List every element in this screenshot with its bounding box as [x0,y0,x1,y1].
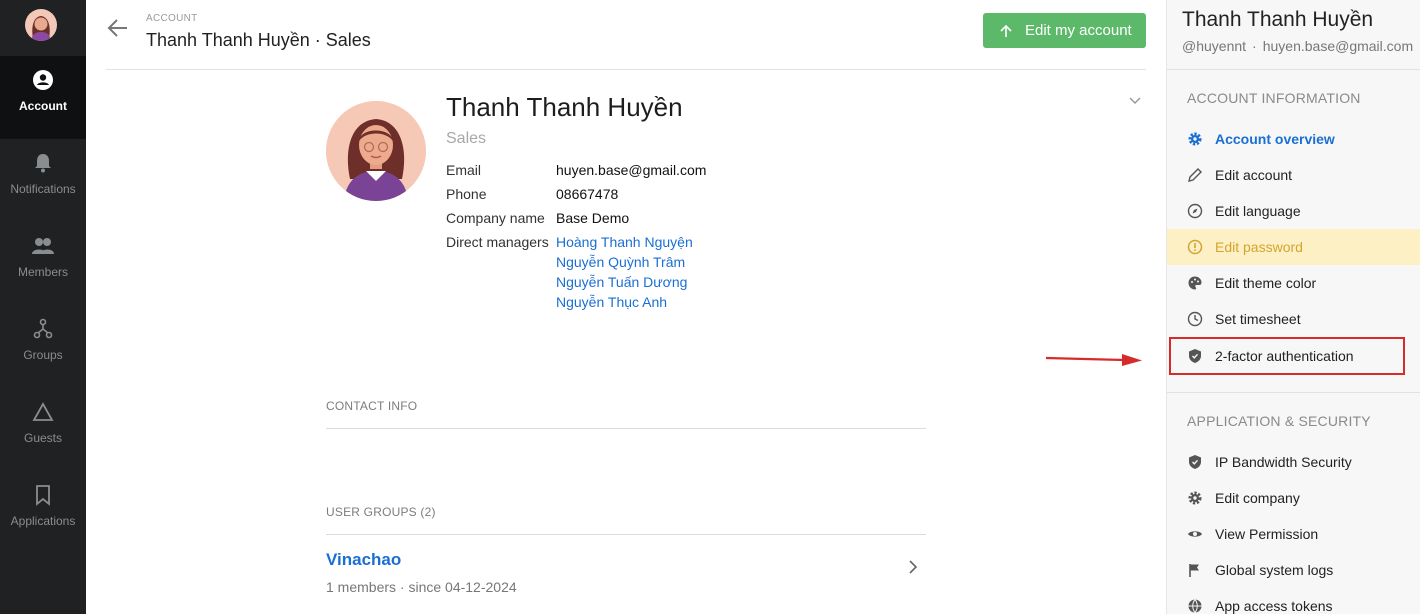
email-label: Email [446,162,482,178]
app-security-heading: APPLICATION & SECURITY [1187,413,1371,429]
alert-circle-icon [1187,239,1203,255]
menu-label: Edit language [1215,203,1301,219]
chevron-down-icon[interactable] [1126,92,1144,110]
groups-icon [33,318,53,339]
manager-link[interactable]: Nguyễn Quỳnh Trâm [556,254,685,270]
menu-view-permission[interactable]: View Permission [1167,516,1420,552]
menu-label: Edit password [1215,239,1303,255]
menu-label: App access tokens [1215,598,1333,614]
account-info-heading: ACCOUNT INFORMATION [1187,90,1361,106]
panel-user-handle: @huyennt · huyen.base@gmail.com [1182,38,1413,54]
user-email: huyen.base@gmail.com [1262,38,1414,54]
phone-value: 08667478 [556,186,619,202]
profile-avatar[interactable] [326,101,426,201]
app-root: Account Notifications Members Groups Gue… [0,0,1420,614]
user-avatar[interactable] [25,9,57,41]
menu-2-factor-authentication[interactable]: 2-factor authentication [1169,337,1405,375]
section-divider [326,428,926,429]
menu-account-overview[interactable]: Account overview [1167,121,1420,157]
menu-set-timesheet[interactable]: Set timesheet [1167,301,1420,337]
page-title: Thanh Thanh Huyền · Sales [146,30,371,50]
pencil-icon [1187,167,1203,183]
menu-ip-bandwidth-security[interactable]: IP Bandwidth Security [1167,444,1420,480]
gear-icon [1187,490,1203,506]
menu-label: Edit account [1215,167,1293,183]
group-link[interactable]: Vinachao [326,550,401,570]
header-divider [106,69,1146,70]
contact-info-heading: CONTACT INFO [326,399,418,413]
menu-edit-company[interactable]: Edit company [1167,480,1420,516]
menu-label: Global system logs [1215,562,1334,578]
menu-label: Set timesheet [1215,311,1301,327]
menu-label: 2-factor authentication [1215,348,1354,364]
palette-icon [1187,275,1203,291]
account-icon [33,70,53,90]
globe-icon [1187,598,1203,614]
group-meta: 1 members · since 04-12-2024 [326,579,517,595]
shield-icon [1187,454,1203,470]
clock-icon [1187,311,1203,327]
edit-my-account-button[interactable]: Edit my account [983,13,1146,48]
breadcrumb: ACCOUNT [146,13,198,24]
user-groups-heading: USER GROUPS (2) [326,505,436,519]
nav-label: Notifications [10,182,76,196]
profile-role: Sales [446,130,487,147]
left-nav: Account Notifications Members Groups Gue… [0,0,86,614]
compass-icon [1187,203,1203,219]
nav-label: Guests [23,431,62,445]
account-menu-panel: Thanh Thanh Huyền @huyennt · huyen.base@gm… [1166,0,1420,614]
company-value: Base Demo [556,210,630,226]
main-content: ACCOUNT Thanh Thanh Huyền · Sales Edit m… [86,0,1166,614]
menu-app-access-tokens[interactable]: App access tokens [1167,588,1420,614]
handle-separator: · [1252,38,1257,54]
menu-edit-account[interactable]: Edit account [1167,157,1420,193]
menu-label: Edit theme color [1215,275,1317,291]
company-label: Company name [446,210,545,226]
gear-icon [1187,131,1203,147]
back-arrow-icon[interactable] [106,16,130,40]
section-divider [326,534,926,535]
nav-label: Groups [23,348,63,362]
eye-icon [1187,526,1203,542]
bookmark-icon [36,485,50,506]
annotation-arrow-icon [1045,354,1142,366]
manager-link[interactable]: Hoàng Thanh Nguyện [556,234,693,250]
chevron-right-icon[interactable] [904,558,922,576]
panel-user-name: Thanh Thanh Huyền [1182,8,1374,31]
username: @huyennt [1182,38,1247,54]
nav-label: Applications [10,514,76,528]
edit-button-label: Edit my account [1025,22,1132,39]
menu-edit-password[interactable]: Edit password [1167,229,1420,265]
panel-divider [1167,69,1420,70]
shield-icon [1187,348,1203,364]
nav-label: Members [17,265,68,279]
menu-global-system-logs[interactable]: Global system logs [1167,552,1420,588]
panel-divider [1167,392,1420,393]
arrow-up-icon [1000,24,1012,37]
nav-label: Account [19,99,67,113]
manager-link[interactable]: Nguyễn Tuấn Dương [556,274,687,290]
nav-item-notifications[interactable]: Notifications [0,139,86,222]
menu-label: Edit company [1215,490,1300,506]
nav-item-applications[interactable]: Applications [0,471,86,554]
phone-label: Phone [446,186,487,202]
menu-edit-theme-color[interactable]: Edit theme color [1167,265,1420,301]
bell-icon [35,154,51,173]
nav-item-groups[interactable]: Groups [0,305,86,388]
profile-name: Thanh Thanh Huyền [446,92,683,122]
nav-item-account[interactable]: Account [0,56,86,139]
menu-edit-language[interactable]: Edit language [1167,193,1420,229]
managers-label: Direct managers [446,234,549,250]
menu-label: IP Bandwidth Security [1215,454,1352,470]
nav-item-guests[interactable]: Guests [0,388,86,471]
members-icon [32,238,54,254]
menu-label: Account overview [1215,131,1335,147]
email-value: huyen.base@gmail.com [556,162,707,178]
flag-icon [1187,562,1203,578]
menu-label: View Permission [1215,526,1319,542]
nav-item-members[interactable]: Members [0,222,86,305]
manager-link[interactable]: Nguyễn Thục Anh [556,294,667,310]
triangle-icon [32,402,54,421]
